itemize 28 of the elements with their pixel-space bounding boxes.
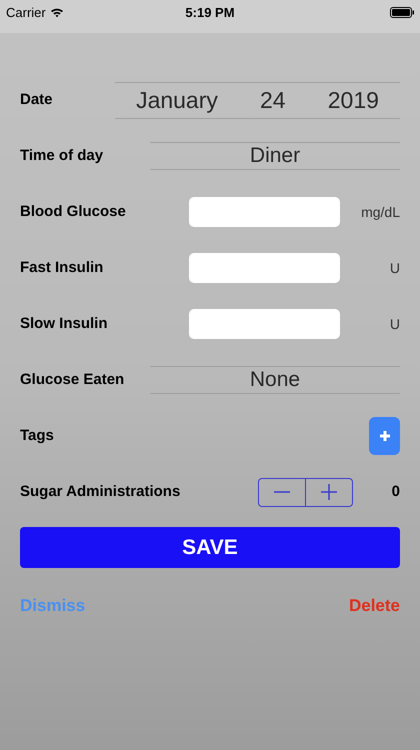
add-tag-button[interactable] <box>369 417 400 455</box>
save-button[interactable]: SAVE <box>20 527 400 568</box>
carrier-label: Carrier <box>6 4 46 22</box>
field-label: Time of day <box>20 146 104 166</box>
input-field[interactable] <box>189 197 340 227</box>
plus-icon <box>378 430 390 442</box>
count-value: 0 <box>392 482 400 502</box>
field-label: Glucose Eaten <box>20 370 124 390</box>
battery-icon <box>390 7 414 18</box>
input-field[interactable] <box>189 253 340 283</box>
input-field[interactable] <box>189 309 340 339</box>
field-label: Blood Glucose <box>20 202 126 222</box>
field-label: Slow Insulin <box>20 314 108 334</box>
picker[interactable]: Diner <box>150 142 400 170</box>
unit-label: U <box>388 314 400 334</box>
unit-label: U <box>388 258 400 278</box>
field-label: Tags <box>20 426 54 446</box>
clock-time: 5:19 PM <box>185 4 235 22</box>
wifi-icon <box>50 7 64 18</box>
picker[interactable]: None <box>150 366 400 394</box>
field-label: Fast Insulin <box>20 258 104 278</box>
stepper[interactable] <box>258 478 353 506</box>
field-label: Date <box>20 90 53 110</box>
date-picker[interactable]: January 24 2019 <box>115 82 400 118</box>
minus-icon <box>274 491 290 493</box>
unit-label: mg/dL <box>360 202 400 222</box>
field-label: Sugar Administrations <box>20 482 180 502</box>
plus-icon <box>320 484 337 500</box>
